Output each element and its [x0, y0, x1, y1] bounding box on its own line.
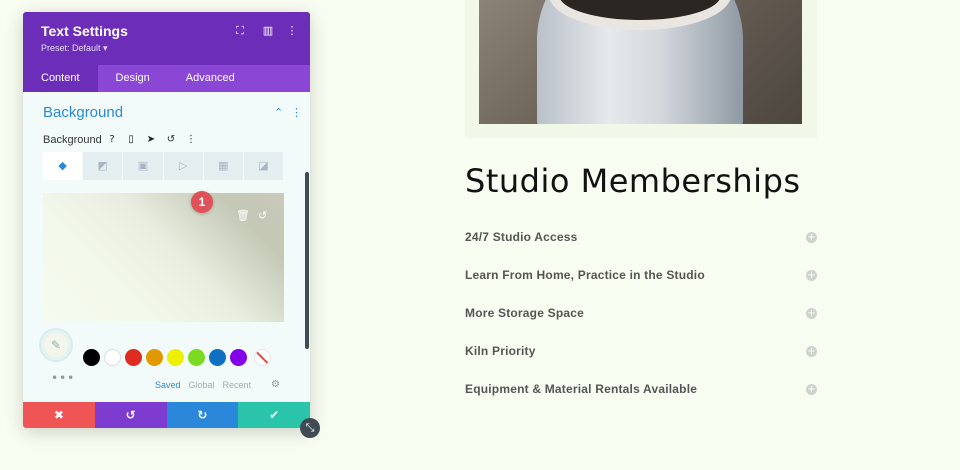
- featured-image-frame: [465, 0, 817, 138]
- expand-icon[interactable]: +: [806, 269, 817, 281]
- color-swatch[interactable]: [104, 349, 121, 366]
- panel-scrollbar[interactable]: [305, 172, 309, 349]
- gradient-tab-icon[interactable]: ◩: [83, 152, 124, 180]
- discard-button[interactable]: ✖: [23, 402, 95, 428]
- tab-content[interactable]: Content: [23, 65, 98, 92]
- expand-icon[interactable]: +: [806, 345, 817, 357]
- faq-item-label: Kiln Priority: [465, 344, 536, 358]
- color-swatch[interactable]: [167, 349, 184, 366]
- reset-icon[interactable]: ↺: [165, 134, 177, 145]
- settings-tabs: Content Design Advanced: [23, 65, 310, 92]
- split-view-icon[interactable]: ▥: [261, 24, 275, 38]
- page-heading: Studio Memberships: [465, 162, 801, 200]
- pattern-tab-icon[interactable]: ▦: [203, 152, 244, 180]
- palette-tabs: Saved Global Recent: [155, 380, 259, 390]
- faq-item-label: 24/7 Studio Access: [465, 230, 578, 244]
- color-swatch[interactable]: [188, 349, 205, 366]
- color-swatch[interactable]: [125, 349, 142, 366]
- color-tab-icon[interactable]: ◆: [43, 152, 84, 180]
- panel-menu-icon[interactable]: ⋮: [285, 24, 299, 38]
- color-swatch[interactable]: [83, 349, 100, 366]
- faq-item[interactable]: Equipment & Material Rentals Available +: [465, 370, 817, 408]
- color-swatch[interactable]: [209, 349, 226, 366]
- palette-tab-saved[interactable]: Saved: [155, 380, 181, 390]
- focus-mode-icon[interactable]: ⛶: [233, 24, 247, 38]
- color-picker-button[interactable]: ✎: [41, 330, 71, 360]
- faq-item-label: Equipment & Material Rentals Available: [465, 382, 698, 396]
- option-menu-icon[interactable]: ⋮: [185, 134, 197, 145]
- responsive-icon[interactable]: ▯: [125, 134, 137, 145]
- color-swatch[interactable]: [146, 349, 163, 366]
- faq-item[interactable]: Learn From Home, Practice in the Studio +: [465, 256, 817, 294]
- expand-icon[interactable]: +: [806, 231, 817, 243]
- settings-gear-icon[interactable]: ⚙: [271, 379, 280, 390]
- faq-item-label: Learn From Home, Practice in the Studio: [465, 268, 705, 282]
- faq-item[interactable]: More Storage Space +: [465, 294, 817, 332]
- faq-item[interactable]: Kiln Priority +: [465, 332, 817, 370]
- section-menu-icon[interactable]: ⋮: [291, 106, 302, 119]
- eyedropper-icon: ✎: [50, 338, 62, 352]
- panel-header[interactable]: Text Settings Preset: Default ▾ ⛶ ▥ ⋮: [23, 12, 310, 65]
- tab-advanced[interactable]: Advanced: [168, 65, 253, 92]
- background-option-label: Background: [43, 134, 102, 146]
- faq-item[interactable]: 24/7 Studio Access +: [465, 218, 817, 256]
- image-tab-icon[interactable]: ▣: [123, 152, 164, 180]
- text-settings-panel: Text Settings Preset: Default ▾ ⛶ ▥ ⋮ Co…: [23, 12, 310, 428]
- expand-icon[interactable]: +: [806, 307, 817, 319]
- panel-footer: ✖ ↺ ↻ ✔: [23, 402, 310, 428]
- hover-state-icon[interactable]: ➤: [145, 134, 157, 145]
- gradient-preview[interactable]: 🗑 ↺: [43, 193, 284, 322]
- video-tab-icon[interactable]: ▷: [163, 152, 204, 180]
- mask-tab-icon[interactable]: ◪: [243, 152, 285, 180]
- palette-tab-global[interactable]: Global: [189, 380, 215, 390]
- faq-list: 24/7 Studio Access + Learn From Home, Prac…: [465, 218, 817, 408]
- reset-gradient-icon[interactable]: ↺: [258, 209, 267, 222]
- delete-icon[interactable]: 🗑: [236, 209, 250, 222]
- undo-button[interactable]: ↺: [94, 402, 167, 428]
- expand-icon[interactable]: +: [806, 383, 817, 395]
- preset-dropdown[interactable]: Preset: Default ▾: [41, 43, 108, 54]
- color-swatch[interactable]: [230, 349, 247, 366]
- section-title-background[interactable]: Background: [43, 104, 123, 121]
- clear-color-swatch[interactable]: [254, 349, 271, 366]
- faq-item-label: More Storage Space: [465, 306, 584, 320]
- save-button[interactable]: ✔: [238, 402, 310, 428]
- redo-button[interactable]: ↻: [166, 402, 239, 428]
- help-icon[interactable]: ?: [106, 134, 118, 145]
- palette-tab-recent[interactable]: Recent: [223, 380, 252, 390]
- more-options-icon[interactable]: •••: [51, 371, 75, 385]
- featured-image: [479, 0, 802, 124]
- resize-icon[interactable]: ⤡: [300, 418, 320, 438]
- chevron-up-icon[interactable]: ⌃: [274, 106, 283, 119]
- background-type-tabs: ◆ ◩ ▣ ▷ ▦ ◪: [43, 152, 285, 180]
- tab-design[interactable]: Design: [98, 65, 168, 92]
- panel-title: Text Settings: [41, 23, 128, 39]
- step-badge: 1: [191, 191, 213, 213]
